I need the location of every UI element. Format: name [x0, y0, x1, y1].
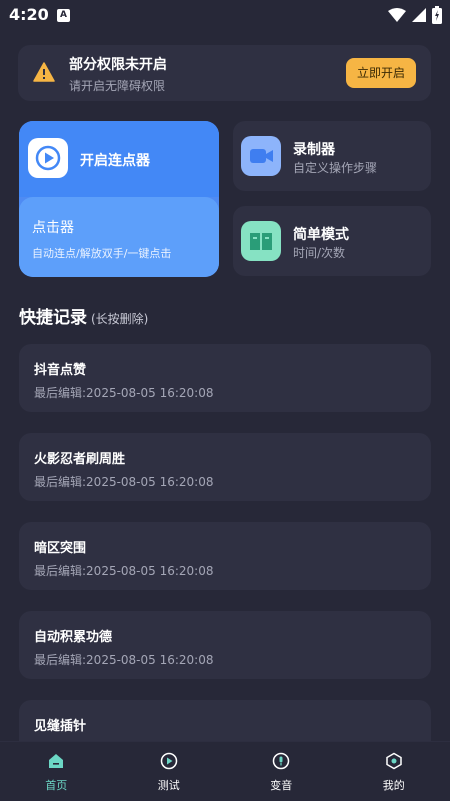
record-time: 最后编辑:2025-08-05 16:20:08 — [34, 473, 214, 490]
simple-mode-card[interactable]: 简单模式 时间/次数 — [233, 206, 431, 276]
profile-icon — [385, 752, 403, 770]
record-name: 火影忍者刷周胜 — [34, 448, 125, 467]
record-time: 最后编辑:2025-08-05 16:20:08 — [34, 651, 214, 668]
record-name: 暗区突围 — [34, 537, 86, 556]
quick-records-heading: 快捷记录 (长按删除) — [19, 303, 148, 328]
simple-mode-subtitle: 时间/次数 — [293, 244, 345, 261]
permission-subtitle: 请开启无障碍权限 — [69, 77, 165, 94]
record-time: 最后编辑:2025-08-05 16:20:08 — [34, 384, 214, 401]
record-name: 抖音点赞 — [34, 359, 86, 378]
record-item[interactable]: 抖音点赞 最后编辑:2025-08-05 16:20:08 — [19, 344, 431, 412]
recorder-card[interactable]: 录制器 自定义操作步骤 — [233, 121, 431, 191]
clicker-card[interactable]: 开启连点器 点击器 自动连点/解放双手/一键点击 — [19, 121, 219, 277]
quick-records-hint: (长按删除) — [91, 312, 148, 326]
status-bar: 4:20 A — [0, 0, 450, 32]
nav-home[interactable]: 首页 — [0, 742, 113, 801]
record-item[interactable]: 自动积累功德 最后编辑:2025-08-05 16:20:08 — [19, 611, 431, 679]
home-icon — [47, 752, 65, 770]
battery-icon — [432, 6, 442, 24]
recorder-subtitle: 自定义操作步骤 — [293, 159, 377, 176]
nav-voice-label: 变音 — [225, 777, 338, 793]
video-camera-icon — [241, 136, 281, 176]
start-clicker-label: 开启连点器 — [80, 150, 150, 170]
bottom-nav: 首页 测试 变音 我的 — [0, 741, 450, 801]
play-circle-icon — [160, 752, 178, 770]
nav-voice[interactable]: 变音 — [225, 742, 338, 801]
clicker-title: 点击器 — [32, 217, 74, 237]
status-time: 4:20 — [9, 5, 49, 24]
permission-banner: 部分权限未开启 请开启无障碍权限 立即开启 — [18, 45, 431, 101]
nav-test-label: 测试 — [113, 777, 226, 793]
warning-icon — [33, 62, 55, 82]
record-item[interactable]: 暗区突围 最后编辑:2025-08-05 16:20:08 — [19, 522, 431, 590]
permission-title: 部分权限未开启 — [69, 54, 167, 74]
quick-records-title: 快捷记录 — [19, 308, 87, 328]
record-name: 见缝插针 — [34, 715, 86, 734]
notification-a-icon: A — [57, 9, 70, 22]
nav-home-label: 首页 — [0, 777, 113, 793]
voice-icon — [272, 752, 290, 770]
record-item[interactable]: 火影忍者刷周胜 最后编辑:2025-08-05 16:20:08 — [19, 433, 431, 501]
nav-profile[interactable]: 我的 — [338, 742, 450, 801]
record-name: 自动积累功德 — [34, 626, 112, 645]
start-clicker-area[interactable]: 开启连点器 — [19, 121, 219, 197]
recorder-title: 录制器 — [293, 139, 335, 159]
wifi-icon — [388, 8, 406, 22]
play-icon — [28, 138, 68, 178]
simple-mode-title: 简单模式 — [293, 224, 349, 244]
record-time: 最后编辑:2025-08-05 16:20:08 — [34, 562, 214, 579]
nav-profile-label: 我的 — [338, 777, 450, 793]
signal-icon — [412, 8, 426, 22]
nav-test[interactable]: 测试 — [113, 742, 226, 801]
clicker-description: 自动连点/解放双手/一键点击 — [32, 245, 171, 261]
enable-permission-button[interactable]: 立即开启 — [346, 58, 416, 88]
book-icon — [241, 221, 281, 261]
clicker-info[interactable]: 点击器 自动连点/解放双手/一键点击 — [19, 197, 219, 277]
